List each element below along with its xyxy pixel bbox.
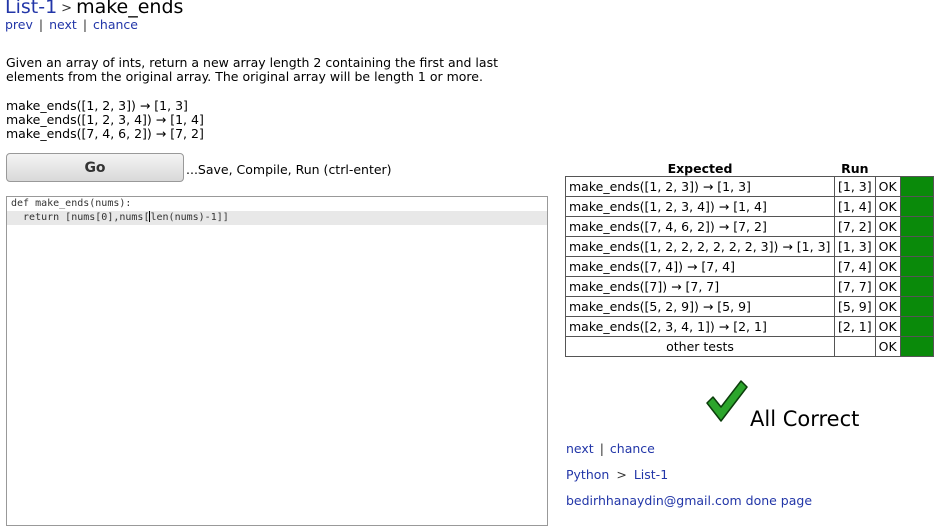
result-row: make_ends([1, 2, 3]) → [1, 3] [1, 3] OK <box>565 176 934 197</box>
code-line-active: return [nums[0],nums[len(nums)-1]] <box>7 211 547 225</box>
chance-link[interactable]: chance <box>93 17 138 32</box>
pass-indicator <box>899 336 934 357</box>
status-cell: OK <box>874 276 901 297</box>
examples-list: make_ends([1, 2, 3]) → [1, 3] make_ends(… <box>6 99 204 141</box>
footer-next-link[interactable]: next <box>566 441 594 456</box>
result-row: make_ends([7, 4]) → [7, 4] [7, 4] OK <box>565 256 934 277</box>
nav-separator: | <box>599 441 604 456</box>
status-cell: OK <box>874 336 901 357</box>
pass-indicator <box>899 216 934 237</box>
result-row: make_ends([7, 4, 6, 2]) → [7, 2] [7, 2] OK <box>565 216 934 237</box>
status-cell: OK <box>874 296 901 317</box>
user-email-link[interactable]: bedirhhanaydin@gmail.com <box>566 493 742 508</box>
pass-indicator <box>899 316 934 337</box>
pass-indicator <box>899 276 934 297</box>
expected-cell: make_ends([2, 3, 4, 1]) → [2, 1] <box>565 316 835 337</box>
run-cell: [1, 4] <box>834 196 876 217</box>
code-editor[interactable]: def make_ends(nums): return [nums[0],num… <box>6 196 548 526</box>
run-cell: [1, 3] <box>834 236 876 257</box>
code-line: def make_ends(nums): <box>11 198 132 209</box>
page-title: List-1 > make_ends <box>5 0 183 18</box>
expected-cell: make_ends([1, 2, 3]) → [1, 3] <box>565 176 835 197</box>
problem-nav: prev | next | chance <box>5 17 138 32</box>
all-correct-text: All Correct <box>750 407 860 431</box>
next-link[interactable]: next <box>49 17 77 32</box>
breadcrumb-separator: > <box>61 1 73 16</box>
status-cell: OK <box>874 196 901 217</box>
status-cell: OK <box>874 236 901 257</box>
user-line: bedirhhanaydin@gmail.com done page <box>566 493 812 508</box>
footer-breadcrumb: Python > List-1 <box>566 467 668 482</box>
done-page-link[interactable]: done page <box>746 493 812 508</box>
result-row: make_ends([1, 2, 2, 2, 2, 2, 2, 3]) → [1… <box>565 236 934 257</box>
breadcrumb-list-link[interactable]: List-1 <box>634 467 668 482</box>
run-cell: [1, 3] <box>834 176 876 197</box>
nav-separator: | <box>82 17 88 32</box>
footer-chance-link[interactable]: chance <box>610 441 655 456</box>
result-row: make_ends([1, 2, 3, 4]) → [1, 4] [1, 4] OK <box>565 196 934 217</box>
breadcrumb-list-link[interactable]: List-1 <box>5 0 57 18</box>
all-correct-banner: All Correct <box>704 378 860 431</box>
expected-header: Expected <box>667 161 733 176</box>
problem-description: Given an array of ints, return a new arr… <box>6 55 498 84</box>
result-row: make_ends([7]) → [7, 7] [7, 7] OK <box>565 276 934 297</box>
pass-indicator <box>899 236 934 257</box>
result-row: make_ends([2, 3, 4, 1]) → [2, 1] [2, 1] OK <box>565 316 934 337</box>
breadcrumb-separator: > <box>616 467 627 482</box>
run-cell: [2, 1] <box>834 316 876 337</box>
run-cell: [7, 2] <box>834 216 876 237</box>
run-cell: [7, 4] <box>834 256 876 277</box>
go-hint: ...Save, Compile, Run (ctrl-enter) <box>186 162 392 177</box>
example-line: make_ends([1, 2, 3, 4]) → [1, 4] <box>6 112 204 127</box>
result-row: make_ends([5, 2, 9]) → [5, 9] [5, 9] OK <box>565 296 934 317</box>
pass-indicator <box>899 296 934 317</box>
checkmark-icon <box>704 378 748 428</box>
breadcrumb-python-link[interactable]: Python <box>566 467 609 482</box>
status-cell: OK <box>874 256 901 277</box>
expected-cell: make_ends([1, 2, 3, 4]) → [1, 4] <box>565 196 835 217</box>
example-line: make_ends([7, 4, 6, 2]) → [7, 2] <box>6 126 204 141</box>
code-text: len(nums)-1]] <box>150 212 229 223</box>
status-cell: OK <box>874 176 901 197</box>
prev-link[interactable]: prev <box>5 17 33 32</box>
status-cell: OK <box>874 316 901 337</box>
results-table: Expected Run make_ends([1, 2, 3]) → [1, … <box>565 162 934 357</box>
run-cell: [5, 9] <box>834 296 876 317</box>
code-text: return [nums[0],nums[ <box>11 212 150 223</box>
run-cell <box>834 336 876 357</box>
example-line: make_ends([1, 2, 3]) → [1, 3] <box>6 98 188 113</box>
nav-separator: | <box>38 17 44 32</box>
go-button[interactable]: Go <box>6 153 184 182</box>
pass-indicator <box>899 196 934 217</box>
expected-cell: make_ends([7, 4, 6, 2]) → [7, 2] <box>565 216 835 237</box>
expected-cell: make_ends([7]) → [7, 7] <box>565 276 835 297</box>
run-header: Run <box>841 161 869 176</box>
run-cell: [7, 7] <box>834 276 876 297</box>
expected-cell: make_ends([1, 2, 2, 2, 2, 2, 2, 3]) → [1… <box>565 236 835 257</box>
status-cell: OK <box>874 216 901 237</box>
expected-cell: make_ends([7, 4]) → [7, 4] <box>565 256 835 277</box>
expected-cell: make_ends([5, 2, 9]) → [5, 9] <box>565 296 835 317</box>
pass-indicator <box>899 256 934 277</box>
pass-indicator <box>899 176 934 197</box>
footer-nav: next | chance <box>566 441 655 456</box>
other-tests-label: other tests <box>565 336 835 357</box>
problem-title: make_ends <box>76 0 184 18</box>
other-tests-row: other tests OK <box>565 336 934 357</box>
